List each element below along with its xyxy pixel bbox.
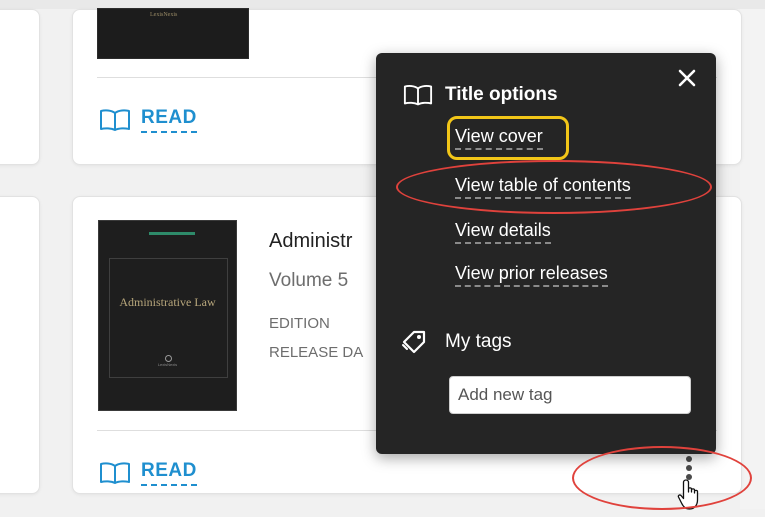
release-date-label: RELEASE DA bbox=[269, 344, 364, 361]
view-details-link[interactable]: View details bbox=[455, 220, 551, 244]
title-options-heading: Title options bbox=[445, 84, 558, 105]
read-button[interactable]: READ bbox=[99, 107, 197, 133]
close-icon[interactable] bbox=[674, 65, 700, 91]
book-title[interactable]: Administr bbox=[269, 230, 352, 253]
view-cover-link[interactable]: View cover bbox=[455, 126, 543, 150]
open-book-icon bbox=[100, 109, 130, 131]
read-button-label: READ bbox=[141, 460, 197, 486]
view-table-of-contents-link[interactable]: View table of contents bbox=[455, 175, 631, 199]
publisher-logo bbox=[165, 355, 172, 362]
book-cover-thumbnail[interactable]: LexisNexis bbox=[97, 8, 249, 59]
title-options-header: Title options bbox=[403, 84, 558, 106]
cover-accent-bar bbox=[149, 232, 195, 235]
right-gutter bbox=[740, 9, 765, 509]
cover-title: Administrative Law bbox=[119, 295, 216, 309]
add-tag-input[interactable] bbox=[449, 376, 691, 414]
book-volume: Volume 5 bbox=[269, 270, 349, 291]
view-prior-releases-link[interactable]: View prior releases bbox=[455, 263, 608, 287]
left-card-top bbox=[0, 9, 40, 165]
open-book-icon bbox=[403, 85, 433, 106]
title-options-popover: Title options View cover View table of c… bbox=[376, 53, 716, 454]
vertical-ellipsis-icon bbox=[686, 456, 692, 462]
cover-brand-text: LexisNexis bbox=[150, 12, 178, 18]
tag-icon bbox=[402, 330, 426, 354]
edition-label: EDITION bbox=[269, 315, 330, 332]
book-cover[interactable]: Administrative Law LexisNexis bbox=[98, 220, 237, 411]
hand-pointer-icon bbox=[677, 479, 699, 510]
open-book-icon bbox=[100, 462, 130, 484]
read-button[interactable]: READ bbox=[99, 460, 197, 486]
read-button-label: READ bbox=[141, 107, 197, 133]
my-tags-header: My tags bbox=[401, 329, 512, 355]
cover-brand: LexisNexis bbox=[157, 362, 178, 367]
my-tags-heading: My tags bbox=[445, 331, 512, 352]
left-card-bottom bbox=[0, 196, 40, 494]
